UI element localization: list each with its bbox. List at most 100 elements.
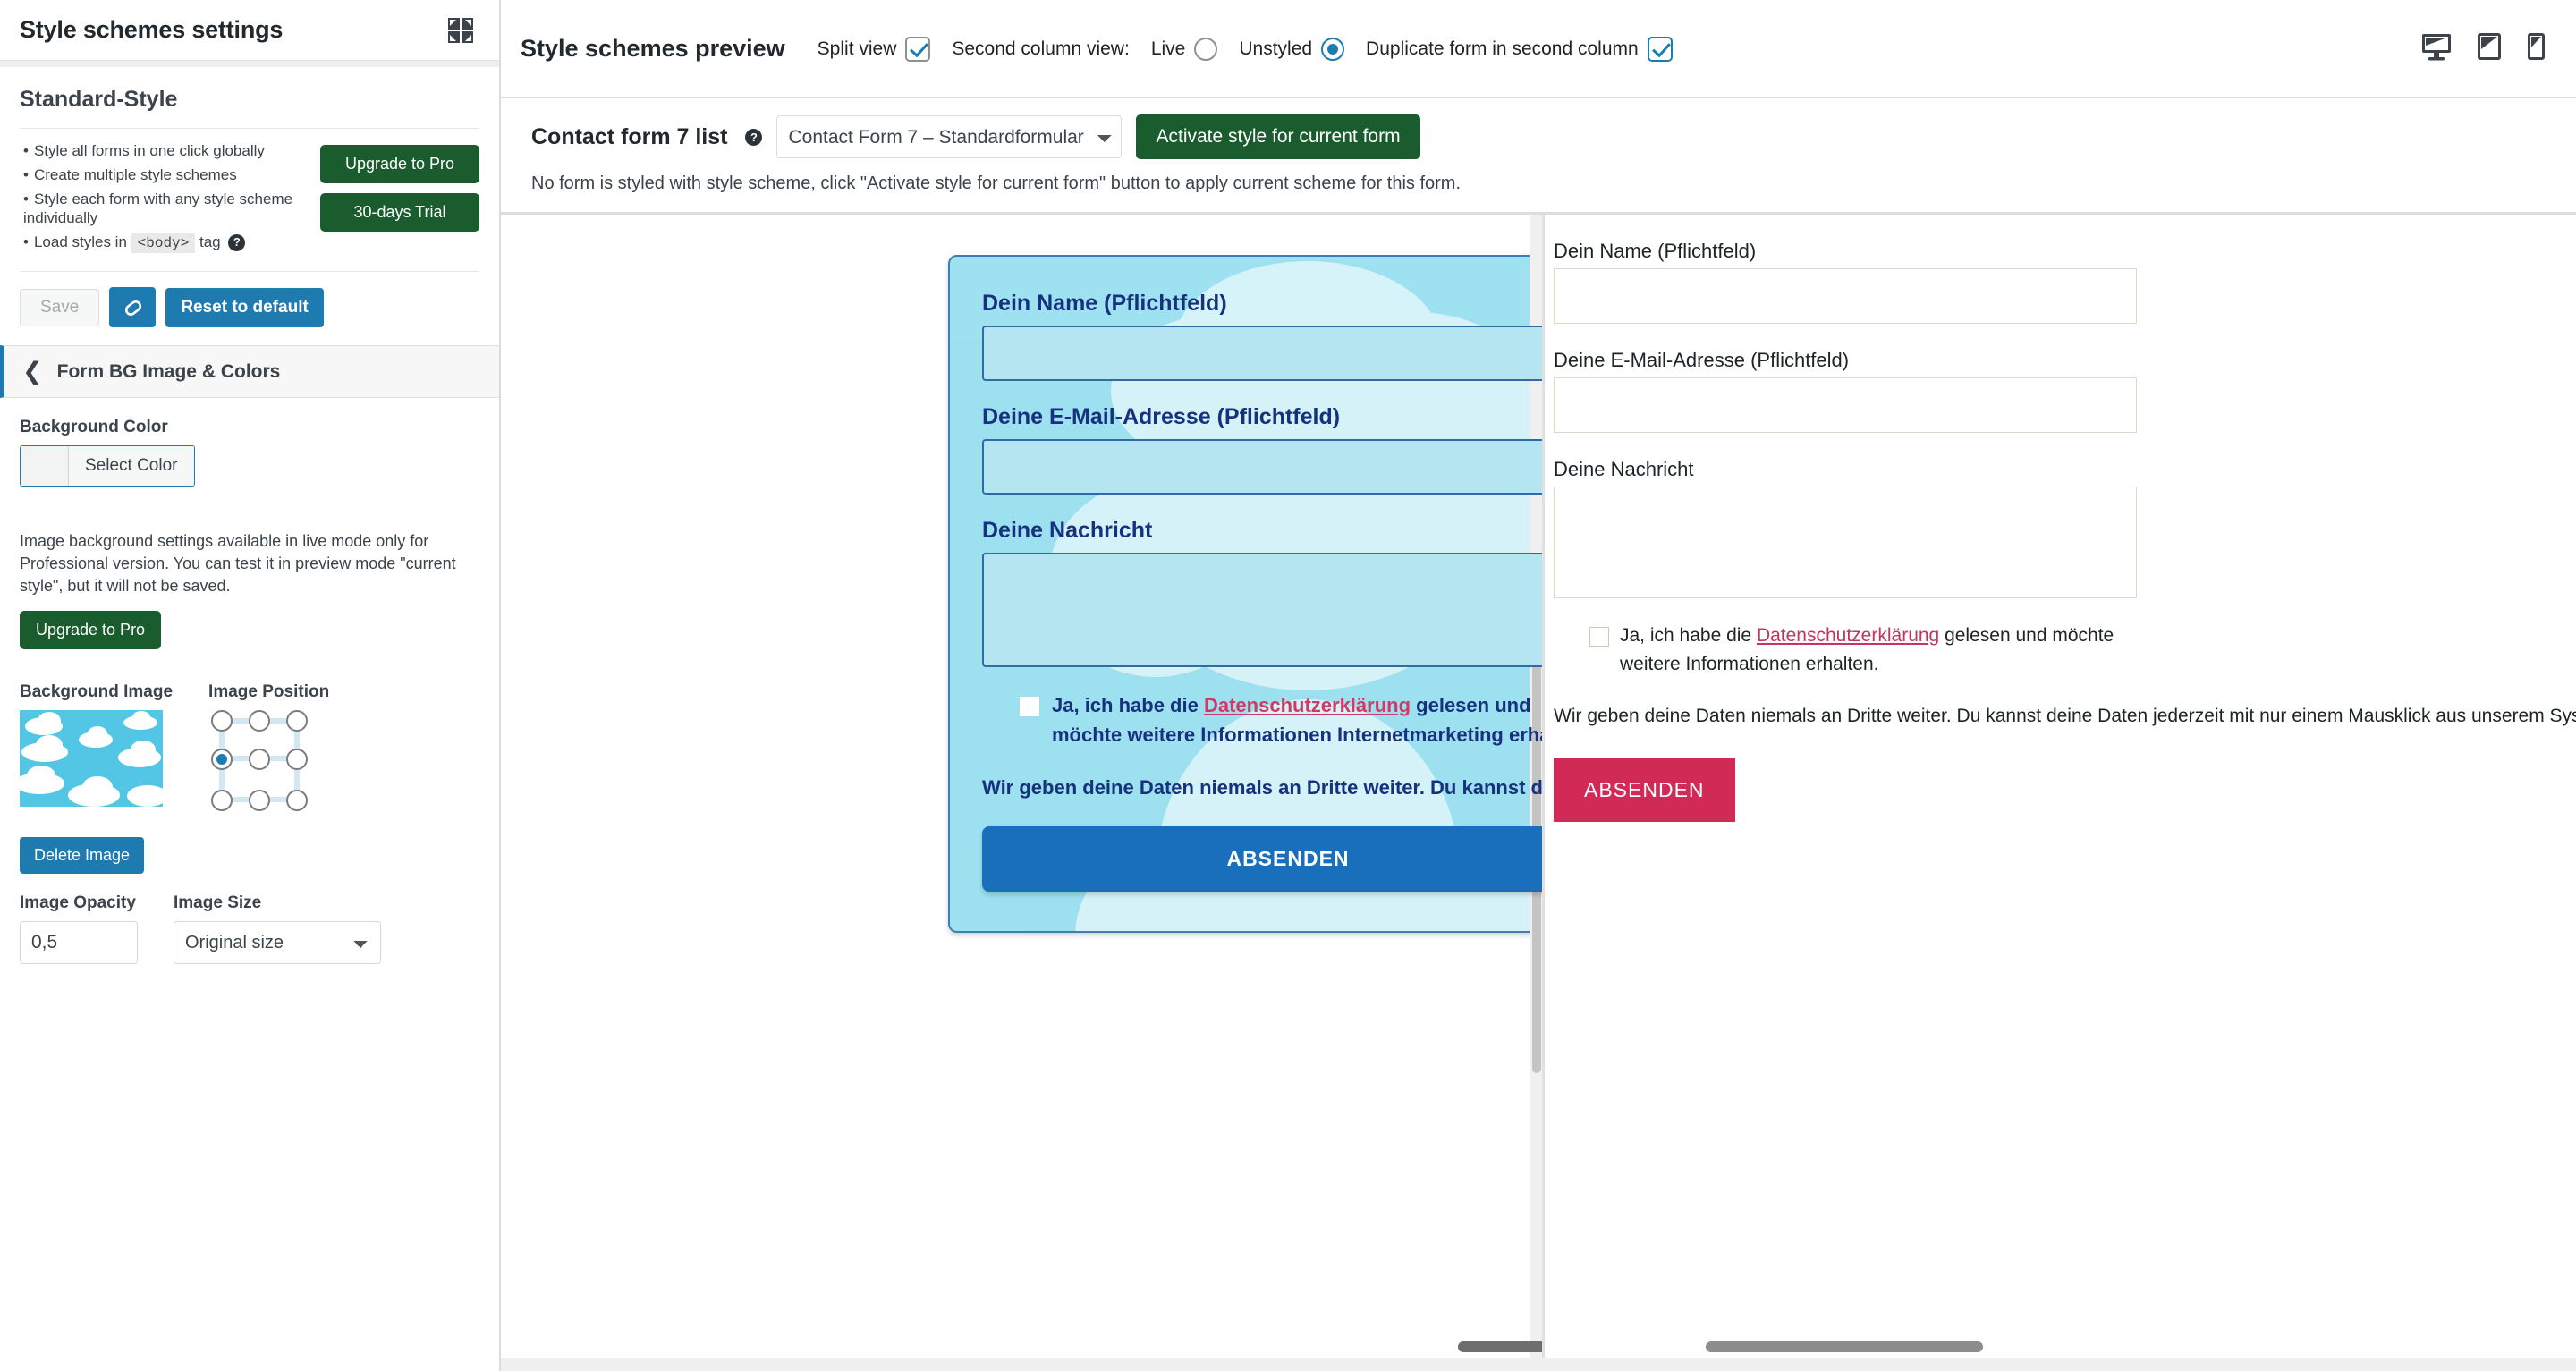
image-opacity-group: Image Opacity bbox=[20, 893, 138, 965]
save-button[interactable]: Save bbox=[20, 288, 100, 326]
desktop-view-icon[interactable] bbox=[2421, 32, 2452, 65]
second-column-view-label-wrap: Second column view: bbox=[952, 38, 1129, 60]
styled-form-footer-space bbox=[948, 933, 1542, 1023]
unstyled-consent-checkbox[interactable] bbox=[1589, 627, 1609, 647]
styled-submit-button[interactable]: ABSENDEN bbox=[982, 826, 1542, 893]
duplicate-form-checkbox[interactable] bbox=[1647, 36, 1673, 62]
live-radio-control[interactable]: Live bbox=[1150, 37, 1218, 61]
position-radio-top-left[interactable] bbox=[211, 710, 233, 732]
consent-prefix: Ja, ich habe die bbox=[1620, 625, 1752, 646]
select-color-button[interactable]: Select Color bbox=[69, 446, 194, 487]
unstyled-message-label: Deine Nachricht bbox=[1554, 458, 1694, 480]
unstyled-consent-row: Ja, ich habe die Datenschutzerklärung ge… bbox=[1554, 622, 2180, 678]
unstyled-consent-text: Ja, ich habe die Datenschutzerklärung ge… bbox=[1620, 622, 2174, 678]
unstyled-email-label: Deine E-Mail-Adresse (Pflichtfeld) bbox=[1554, 349, 1850, 371]
position-radio-middle-center[interactable] bbox=[249, 749, 271, 771]
sidebar-titlebar: Style schemes settings bbox=[0, 0, 499, 61]
collapse-icon[interactable] bbox=[445, 15, 476, 46]
styled-consent-row: Ja, ich habe die Datenschutzerklärung ge… bbox=[982, 690, 1542, 749]
split-view-label: Split view bbox=[817, 38, 897, 59]
image-size-select[interactable]: Original size bbox=[174, 921, 381, 965]
scheme-name: Standard-Style bbox=[20, 67, 479, 129]
device-switcher bbox=[2421, 32, 2546, 65]
position-radio-bottom-left[interactable] bbox=[211, 790, 233, 812]
styled-email-input[interactable] bbox=[982, 439, 1542, 495]
unstyled-contact-form: Dein Name (Pflichtfeld) Deine E-Mail-Adr… bbox=[1554, 240, 2576, 822]
styled-consent-checkbox[interactable] bbox=[1020, 697, 1039, 716]
sidebar-divider bbox=[0, 61, 499, 67]
help-icon[interactable]: ? bbox=[745, 128, 763, 146]
feature-text-suffix: tag bbox=[199, 233, 221, 250]
privacy-policy-link[interactable]: Datenschutzerklärung bbox=[1204, 694, 1411, 716]
feature-text: Style all forms in one click globally bbox=[33, 142, 265, 159]
image-position-group: Image Position bbox=[208, 682, 329, 817]
upgrade-to-pro-button[interactable]: Upgrade to Pro bbox=[320, 145, 479, 183]
styled-contact-form: Dein Name (Pflichtfeld) Deine E-Mail-Adr… bbox=[948, 255, 1542, 934]
reset-to-default-button[interactable]: Reset to default bbox=[165, 287, 324, 327]
chevron-left-icon[interactable]: ❮ bbox=[22, 360, 43, 384]
unstyled-name-label: Dein Name (Pflichtfeld) bbox=[1554, 240, 1757, 262]
trial-button[interactable]: 30-days Trial bbox=[320, 193, 479, 232]
promo-buttons: Upgrade to Pro 30-days Trial bbox=[320, 145, 479, 241]
page-title: Style schemes settings bbox=[20, 16, 284, 43]
live-radio[interactable] bbox=[1194, 37, 1218, 61]
settings-sidebar: Style schemes settings Standard-Style • S… bbox=[0, 0, 501, 1371]
list-item: • Style each form with any style scheme i… bbox=[23, 190, 293, 227]
upgrade-to-pro-button-2[interactable]: Upgrade to Pro bbox=[20, 611, 162, 650]
position-radio-middle-right[interactable] bbox=[286, 749, 309, 771]
unstyled-preview-column: Dein Name (Pflichtfeld) Deine E-Mail-Adr… bbox=[1545, 215, 2576, 1358]
status-note: No form is styled with style scheme, cli… bbox=[531, 173, 1461, 193]
background-image-label: Background Image bbox=[20, 682, 174, 702]
panel-header-form-bg[interactable]: ❮ Form BG Image & Colors bbox=[0, 345, 499, 399]
mobile-view-icon[interactable] bbox=[2527, 32, 2546, 65]
unstyled-name-input[interactable] bbox=[1554, 268, 2137, 324]
styled-name-input[interactable] bbox=[982, 326, 1542, 381]
feature-text: Create multiple style schemes bbox=[33, 165, 237, 183]
activate-style-button[interactable]: Activate style for current form bbox=[1136, 114, 1420, 159]
scrollbar-thumb[interactable] bbox=[1458, 1341, 1542, 1352]
scrollbar-thumb[interactable] bbox=[1706, 1341, 1983, 1352]
position-radio-middle-left[interactable] bbox=[211, 749, 233, 771]
delete-image-button[interactable]: Delete Image bbox=[20, 837, 145, 875]
help-icon[interactable]: ? bbox=[228, 234, 246, 252]
styled-column-horizontal-scrollbar[interactable] bbox=[1002, 1341, 1542, 1354]
styled-message-textarea[interactable] bbox=[982, 553, 1542, 667]
live-label: Live bbox=[1150, 38, 1186, 59]
unstyled-column-horizontal-scrollbar[interactable] bbox=[1545, 1341, 2529, 1354]
unstyled-radio-control[interactable]: Unstyled bbox=[1239, 37, 1345, 61]
unstyled-label: Unstyled bbox=[1239, 38, 1313, 59]
position-radio-top-right[interactable] bbox=[286, 710, 309, 732]
tablet-view-icon[interactable] bbox=[2477, 32, 2502, 65]
color-swatch[interactable] bbox=[21, 446, 69, 487]
form-bg-panel-body: Background Color Select Color Image back… bbox=[0, 398, 499, 965]
image-opacity-input[interactable] bbox=[20, 921, 138, 965]
pro-note: Image background settings available in l… bbox=[20, 532, 456, 595]
unstyled-message-textarea[interactable] bbox=[1554, 487, 2137, 598]
list-item: • Load styles in <body> tag ? bbox=[20, 233, 346, 253]
preview-title: Style schemes preview bbox=[521, 35, 785, 62]
duplicate-form-control[interactable]: Duplicate form in second column bbox=[1366, 36, 1673, 62]
privacy-policy-link[interactable]: Datenschutzerklärung bbox=[1757, 625, 1939, 646]
cf7-form-select[interactable]: Contact Form 7 – Standardformular bbox=[776, 115, 1123, 158]
form-selection-row: Contact form 7 list ? Contact Form 7 – S… bbox=[531, 114, 2546, 159]
image-opacity-size-row: Image Opacity Image Size Original size bbox=[20, 874, 479, 965]
split-view-checkbox[interactable] bbox=[905, 36, 931, 62]
position-radio-bottom-center[interactable] bbox=[249, 790, 271, 812]
background-image-thumbnail[interactable] bbox=[20, 710, 163, 808]
feature-text: Load styles in bbox=[33, 233, 127, 250]
image-size-group: Image Size Original size bbox=[174, 893, 381, 965]
color-picker[interactable]: Select Color bbox=[20, 445, 195, 487]
unstyled-email-input[interactable] bbox=[1554, 377, 2137, 433]
position-radio-top-center[interactable] bbox=[249, 710, 271, 732]
position-radio-bottom-right[interactable] bbox=[286, 790, 309, 812]
eraser-icon[interactable] bbox=[109, 287, 157, 328]
image-position-label: Image Position bbox=[208, 682, 330, 702]
unstyled-radio[interactable] bbox=[1321, 37, 1345, 61]
unstyled-submit-button[interactable]: ABSENDEN bbox=[1554, 757, 1735, 822]
duplicate-form-label: Duplicate form in second column bbox=[1366, 38, 1639, 59]
feature-list: • Style all forms in one click globally •… bbox=[20, 129, 479, 266]
split-view-control[interactable]: Split view bbox=[817, 36, 931, 62]
consent-prefix: Ja, ich habe die bbox=[1052, 694, 1199, 716]
background-image-group: Background Image bbox=[20, 682, 173, 817]
list-item: • Style all forms in one click globally bbox=[23, 142, 265, 159]
